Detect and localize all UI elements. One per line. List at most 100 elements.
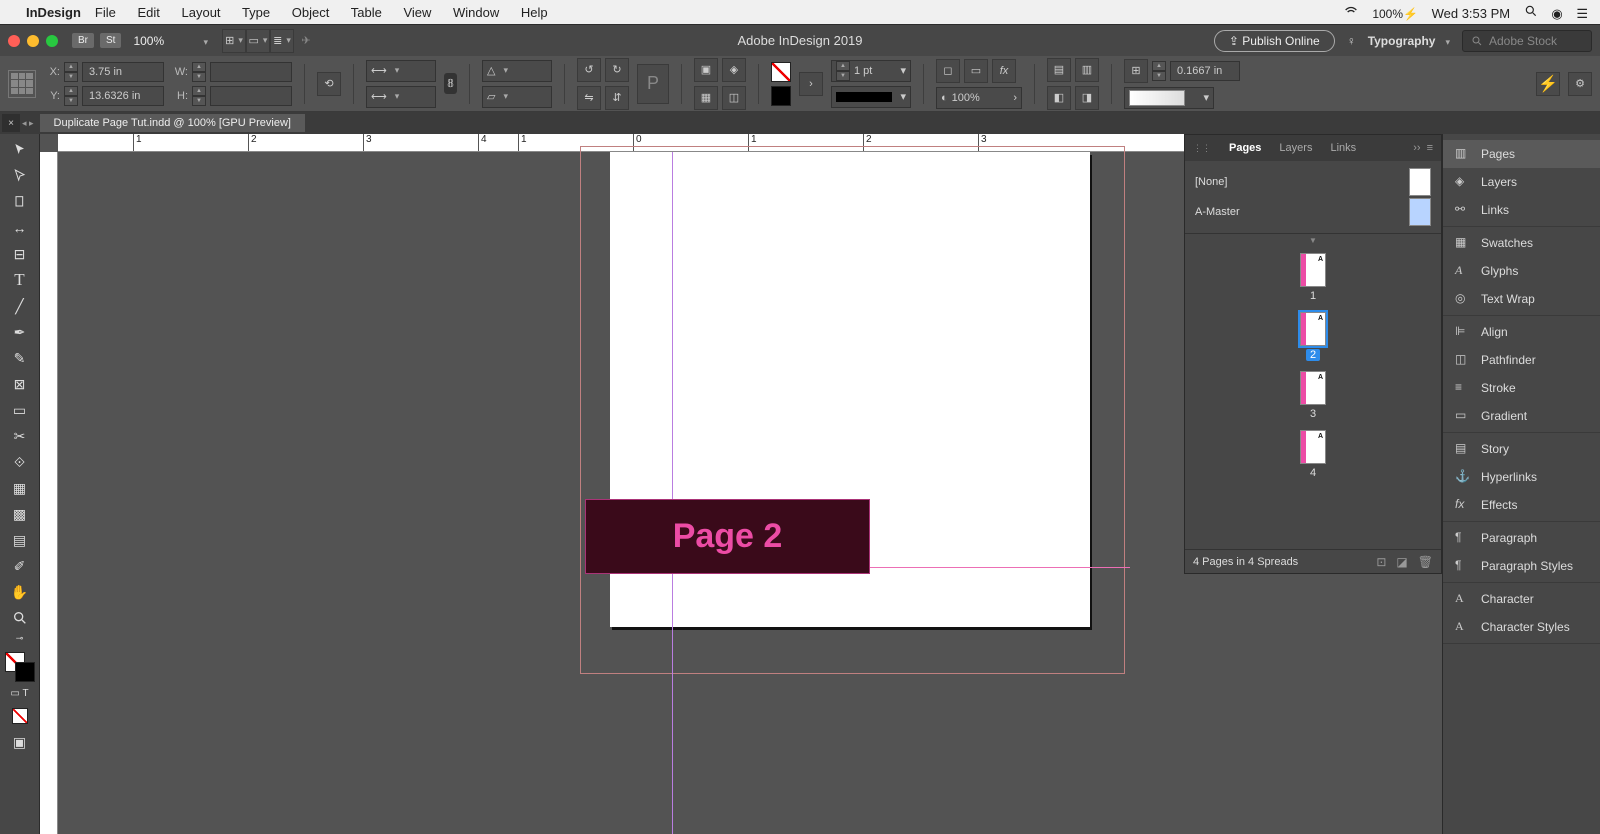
w-field[interactable] [210, 62, 292, 82]
link-scale-icon[interactable]: 𝟠 [444, 73, 457, 94]
close-doc-icon[interactable]: × [2, 114, 20, 132]
scale-y[interactable]: ⟷ [366, 86, 436, 108]
dock-pathfinder[interactable]: ◫Pathfinder [1443, 346, 1600, 374]
content-collector-tool[interactable]: ⊟ [6, 242, 34, 266]
gradient-preview[interactable]: ▾ [1124, 87, 1214, 109]
feather-icon[interactable]: ◨ [1075, 86, 1099, 110]
dock-align[interactable]: ⊫Align [1443, 318, 1600, 346]
dock-glyphs[interactable]: AGlyphs [1443, 257, 1600, 285]
h-field[interactable] [210, 86, 292, 106]
gpu-icon[interactable]: ✈ [294, 29, 318, 53]
dock-links[interactable]: ⚯Links [1443, 196, 1600, 224]
dock-layers[interactable]: ◈Layers [1443, 168, 1600, 196]
page-thumb-4[interactable]: A4 [1300, 430, 1326, 479]
apply-none[interactable] [6, 704, 34, 728]
panel-menu-icon[interactable]: ⚙ [1568, 72, 1592, 96]
dock-gradient[interactable]: ▭Gradient [1443, 402, 1600, 430]
view-options-1[interactable]: ⊞ [222, 29, 246, 53]
opacity[interactable]: ◐ 100%› [936, 87, 1022, 109]
wifi-icon[interactable] [1343, 2, 1359, 18]
master-a-thumb[interactable] [1409, 198, 1431, 226]
eyedropper-tool[interactable]: ✐ [6, 554, 34, 578]
scale-x[interactable]: ⟷ [366, 60, 436, 82]
leading-stepper[interactable]: ▲▼ [1152, 61, 1166, 81]
help-tip-icon[interactable]: ♀ [1347, 34, 1356, 48]
menu-edit[interactable]: Edit [137, 5, 159, 20]
fill-swatch[interactable] [771, 62, 791, 82]
note-tool[interactable]: ▤ [6, 528, 34, 552]
app-name[interactable]: InDesign [26, 5, 81, 20]
type-tool[interactable]: T [6, 268, 34, 292]
horizontal-ruler[interactable]: 1 2 3 4 1 0 1 2 3 [58, 134, 1344, 152]
spotlight-icon[interactable] [1524, 4, 1538, 18]
dock-paragraph-styles[interactable]: ¶Paragraph Styles [1443, 552, 1600, 580]
menu-list-icon[interactable]: ☰ [1576, 6, 1588, 22]
y-field[interactable]: 13.6326 in [82, 86, 164, 106]
tab-pages[interactable]: Pages [1229, 142, 1261, 154]
menu-window[interactable]: Window [453, 5, 499, 20]
fit-frame-icon[interactable]: ◈ [722, 58, 746, 82]
selection-tool[interactable] [6, 138, 34, 162]
delete-page-icon[interactable]: 🗑 [1418, 555, 1433, 569]
fit-prop-icon[interactable]: ◫ [722, 86, 746, 110]
dock-effects[interactable]: fxEffects [1443, 491, 1600, 519]
y-stepper[interactable]: ▲▼ [64, 86, 78, 106]
tab-links[interactable]: Links [1330, 142, 1356, 154]
view-options-2[interactable]: ▭ [246, 29, 270, 53]
tab-scroll[interactable]: ◂ ▸ [22, 118, 34, 129]
menu-help[interactable]: Help [521, 5, 548, 20]
canvas[interactable]: 1 2 3 4 1 0 1 2 3 Page 2 [40, 134, 1344, 834]
menu-layout[interactable]: Layout [182, 5, 221, 20]
stock-badge[interactable]: St [100, 33, 121, 48]
document-tab[interactable]: Duplicate Page Tut.indd @ 100% [GPU Prev… [40, 114, 305, 132]
vertical-guide[interactable] [672, 152, 673, 834]
center-content-icon[interactable]: ▦ [694, 86, 718, 110]
master-a[interactable]: A-Master [1195, 206, 1240, 218]
stroke-weight[interactable]: ▲▼1 pt▾ [831, 60, 911, 82]
rotate-ccw-icon[interactable]: ↺ [577, 58, 601, 82]
gradient-feather-tool[interactable]: ▩ [6, 502, 34, 526]
formatting-affects[interactable]: ▭ T [6, 684, 34, 702]
dock-character-styles[interactable]: ACharacter Styles [1443, 613, 1600, 641]
collapse-panel-icon[interactable]: ›› [1413, 142, 1420, 154]
stroke-style[interactable]: ▾ [831, 86, 911, 108]
scissors-tool[interactable]: ✂ [6, 424, 34, 448]
rotate-cw-icon[interactable]: ↻ [605, 58, 629, 82]
edit-page-size-icon[interactable]: ⊡ [1376, 555, 1386, 569]
tab-layers[interactable]: Layers [1279, 142, 1312, 154]
leading-icon[interactable]: ⊞ [1124, 59, 1148, 83]
wrap-1-icon[interactable]: ▤ [1047, 58, 1071, 82]
drop-shadow-icon[interactable]: ◧ [1047, 86, 1071, 110]
x-stepper[interactable]: ▲▼ [64, 62, 78, 82]
gradient-swatch-tool[interactable]: ▦ [6, 476, 34, 500]
dock-hyperlinks[interactable]: ⚓Hyperlinks [1443, 463, 1600, 491]
panel-grip[interactable]: ⋮⋮ [1193, 143, 1211, 154]
page-thumb-1[interactable]: A1 [1300, 253, 1326, 302]
leading-field[interactable]: 0.1667 in [1170, 61, 1240, 81]
line-tool[interactable]: ╱ [6, 294, 34, 318]
master-none-thumb[interactable] [1409, 168, 1431, 196]
battery-status[interactable]: 100% ⚡ [1372, 7, 1418, 21]
reference-point[interactable] [8, 70, 36, 98]
view-mode[interactable]: ▣ [6, 730, 34, 754]
constrain-icon[interactable]: ⟲ [317, 72, 341, 96]
menu-table[interactable]: Table [351, 5, 382, 20]
dock-character[interactable]: ACharacter [1443, 585, 1600, 613]
rectangle-frame-tool[interactable]: ⊠ [6, 372, 34, 396]
dock-stroke[interactable]: ≡Stroke [1443, 374, 1600, 402]
fit-content-icon[interactable]: ▣ [694, 58, 718, 82]
dock-swatches[interactable]: ▦Swatches [1443, 229, 1600, 257]
vertical-ruler[interactable] [40, 152, 58, 834]
minimize-window[interactable] [27, 35, 39, 47]
dock-textwrap[interactable]: ◎Text Wrap [1443, 285, 1600, 313]
workspace-switcher[interactable]: Typography [1368, 34, 1450, 48]
menu-view[interactable]: View [403, 5, 431, 20]
stroke-swatch[interactable] [771, 86, 791, 106]
dock-story[interactable]: ▤Story [1443, 435, 1600, 463]
masters-divider[interactable]: ▼ [1185, 236, 1441, 245]
menu-object[interactable]: Object [292, 5, 330, 20]
adobe-stock-search[interactable]: Adobe Stock [1462, 30, 1592, 52]
text-frame[interactable]: Page 2 [585, 499, 870, 574]
frame-icon[interactable]: ▭ [964, 59, 988, 83]
zoom-dropdown[interactable] [199, 34, 208, 48]
